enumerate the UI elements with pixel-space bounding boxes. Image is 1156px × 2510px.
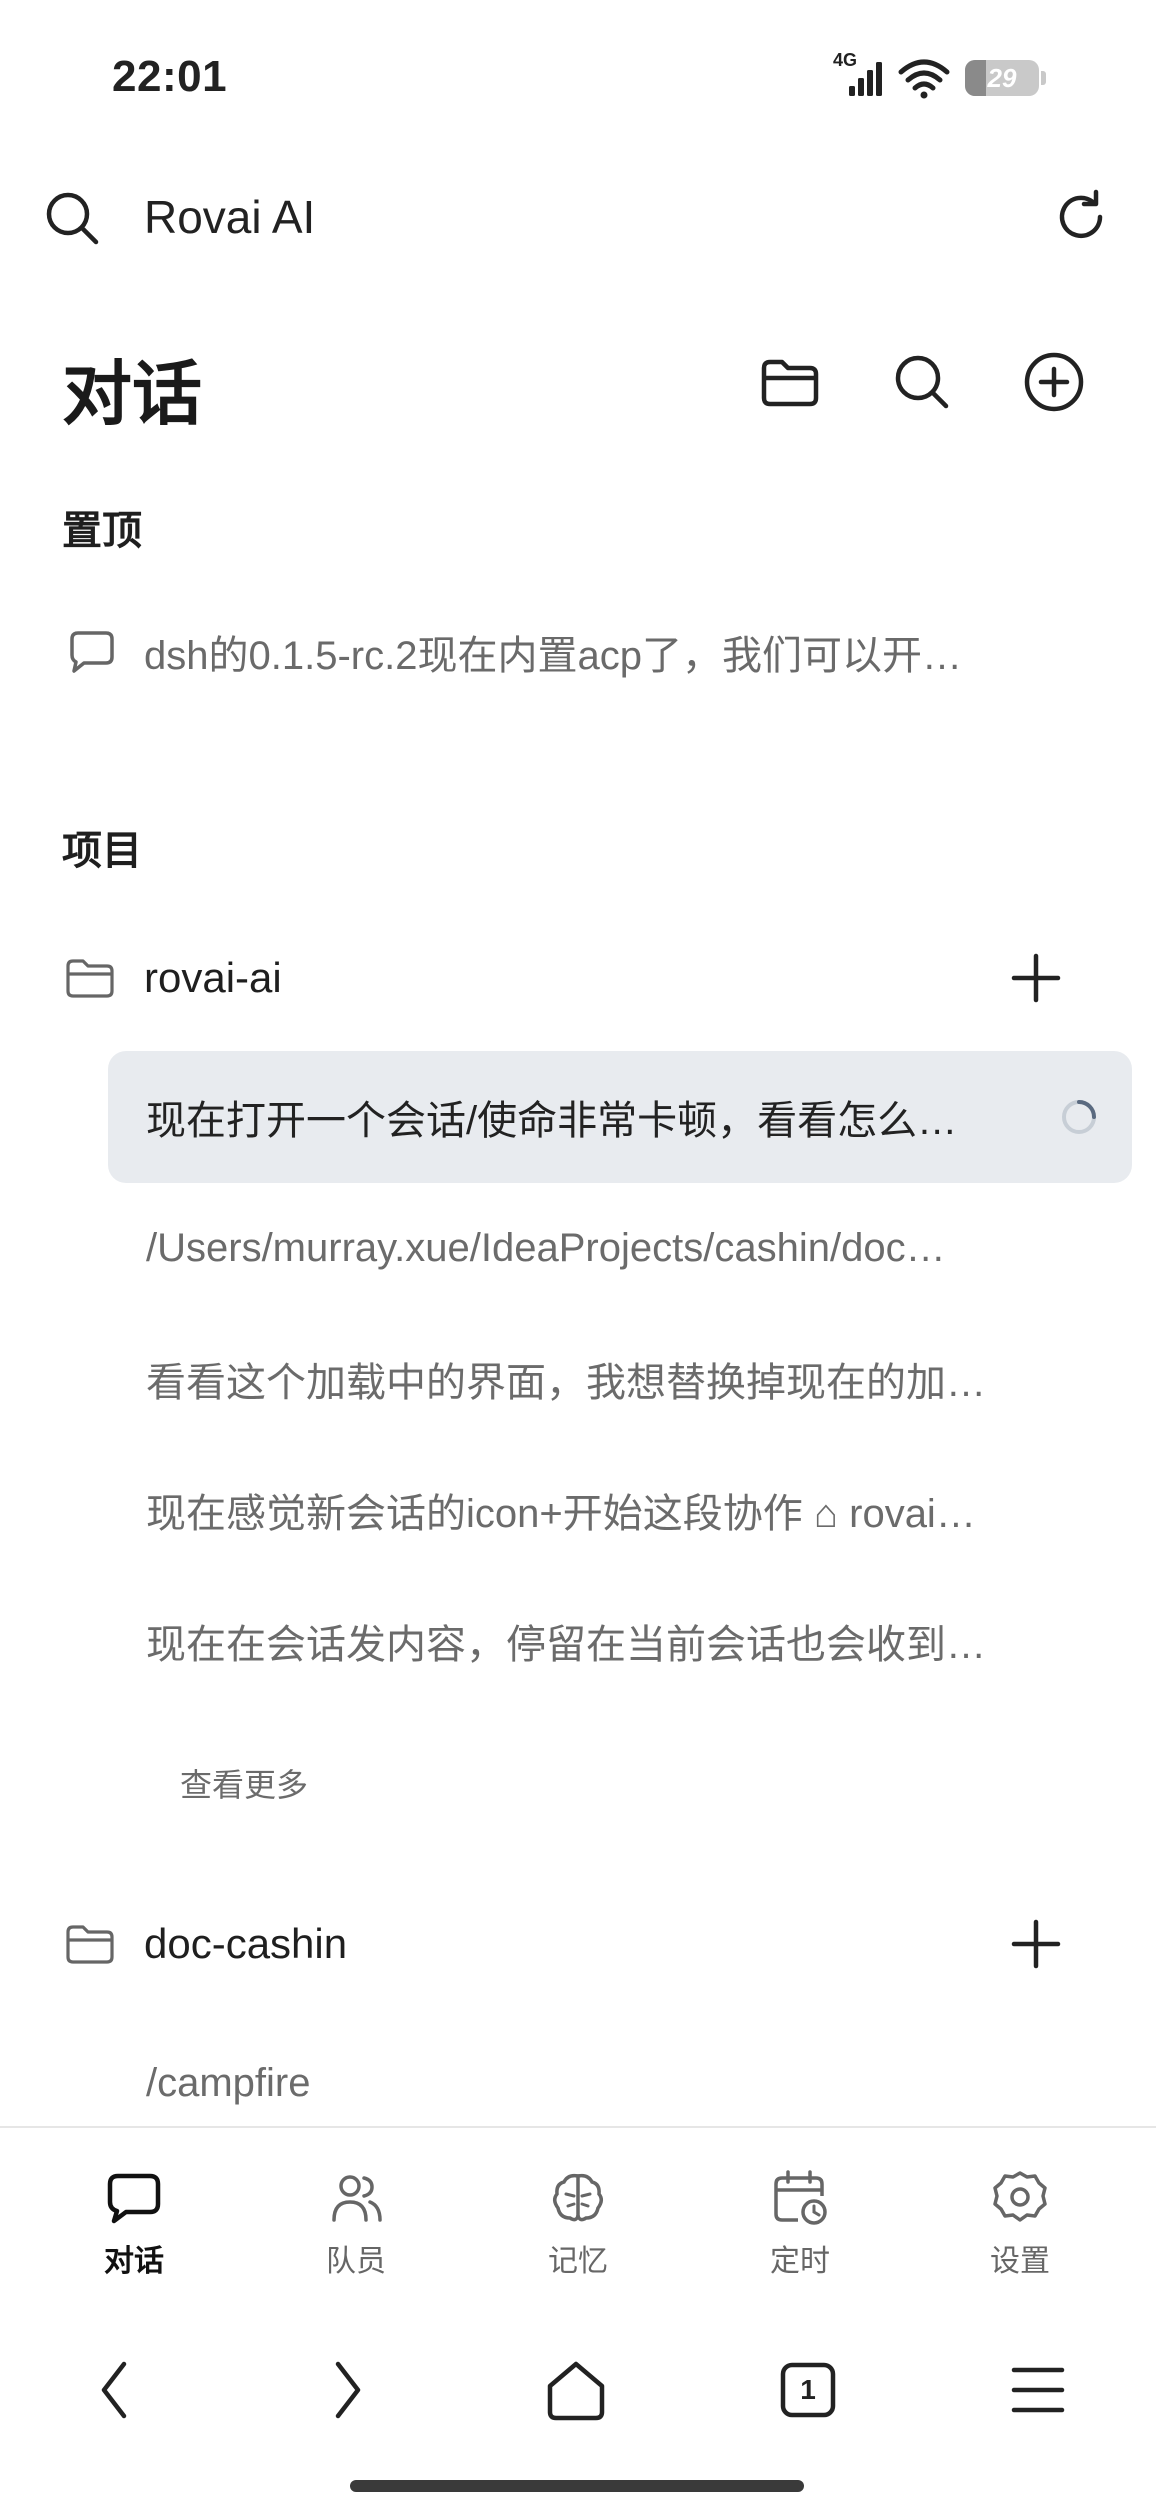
calendar-clock-icon: [774, 2170, 827, 2225]
conversation-title: 现在打开一个会话/使命非常卡顿，看看怎么…: [146, 1099, 958, 1143]
loading-spinner-icon: [1062, 1100, 1096, 1134]
conversation-title: /campfire: [146, 2060, 311, 2105]
tab-schedule[interactable]: 定时: [720, 2168, 880, 2288]
menu-icon[interactable]: [1002, 2354, 1074, 2426]
team-icon: [332, 2175, 382, 2222]
conversation-title: 看看这个加载中的界面，我想替换掉现在的加…: [146, 1361, 986, 1405]
folder-icon: [66, 959, 114, 998]
tab-conversations[interactable]: 对话: [54, 2168, 214, 2288]
tab-settings[interactable]: 设置: [940, 2168, 1100, 2288]
chat-icon: [107, 2173, 161, 2224]
conversation-title: dsh的0.1.5-rc.2现在内置acp了，我们可以开…: [144, 634, 962, 678]
forward-icon[interactable]: [310, 2354, 382, 2426]
conversation-item[interactable]: 看看这个加载中的界面，我想替换掉现在的加…: [108, 1315, 1132, 1443]
tab-label: 设置: [990, 2245, 1050, 2278]
browser-address-bar[interactable]: Rovai AI: [0, 170, 1156, 266]
search-icon[interactable]: [42, 188, 102, 248]
brain-icon: [553, 2173, 603, 2222]
status-icons: 4G 29: [833, 50, 1046, 100]
gear-icon: [993, 2171, 1047, 2222]
chat-bubble-icon: [70, 631, 114, 673]
tab-label: 定时: [770, 2245, 830, 2278]
conversation-title: 现在在会话发内容，停留在当前会话也会收到…: [146, 1623, 986, 1667]
wifi-icon: [898, 59, 950, 99]
status-time: 22:01: [112, 52, 228, 101]
browser-nav-bar: 1: [0, 2310, 1156, 2510]
home-icon[interactable]: [540, 2354, 612, 2426]
conversation-title: /Users/murray.xue/IdeaProjects/cashin/do…: [146, 1225, 946, 1270]
project-name: doc-cashin: [144, 1920, 348, 1967]
search-icon[interactable]: [888, 348, 956, 416]
page-title: 对话: [62, 355, 202, 433]
project-doc-cashin[interactable]: doc-cashin: [64, 1904, 1064, 1984]
pinned-section-label: 置顶: [62, 509, 142, 553]
reload-icon[interactable]: [1050, 186, 1112, 248]
address-text[interactable]: Rovai AI: [144, 190, 315, 244]
signal-icon: 4G: [833, 50, 883, 100]
add-conversation-icon[interactable]: [1008, 1916, 1064, 1972]
tab-label: 队员: [326, 2245, 386, 2278]
tab-team[interactable]: 队员: [276, 2168, 436, 2288]
folder-icon: [66, 1925, 114, 1964]
tab-count: 1: [800, 2374, 816, 2405]
folder-icon[interactable]: [756, 348, 824, 416]
project-name: rovai-ai: [144, 954, 282, 1001]
network-type: 4G: [833, 50, 858, 70]
bottom-tab-bar: 对话 队员 记忆 定时 设置: [0, 2126, 1156, 2310]
conversation-item[interactable]: 现在感觉新会话的icon+开始这段协作 ⌂ rovai…: [108, 1446, 1132, 1574]
battery-level: 29: [987, 62, 1017, 93]
project-rovai-ai[interactable]: rovai-ai: [64, 938, 1064, 1018]
conversation-title: 现在感觉新会话的icon+开始这段协作 ⌂ rovai…: [146, 1492, 976, 1536]
tab-label: 对话: [104, 2245, 164, 2278]
add-conversation-icon[interactable]: [1008, 950, 1064, 1006]
tab-memory[interactable]: 记忆: [498, 2168, 658, 2288]
show-more-link[interactable]: 查看更多: [180, 1760, 308, 1806]
back-icon[interactable]: [80, 2354, 152, 2426]
conversation-item[interactable]: /Users/murray.xue/IdeaProjects/cashin/do…: [108, 1184, 1132, 1312]
tabs-icon[interactable]: 1: [772, 2354, 844, 2426]
conversation-item[interactable]: 现在在会话发内容，停留在当前会话也会收到…: [108, 1577, 1132, 1705]
pinned-conversation[interactable]: dsh的0.1.5-rc.2现在内置acp了，我们可以开…: [64, 612, 1104, 692]
home-indicator[interactable]: [350, 2480, 804, 2492]
battery-icon: 29: [965, 60, 1039, 96]
tab-label: 记忆: [548, 2245, 608, 2278]
conversation-item-active[interactable]: 现在打开一个会话/使命非常卡顿，看看怎么…: [108, 1051, 1132, 1183]
add-circle-icon[interactable]: [1020, 348, 1088, 416]
projects-section-label: 项目: [62, 829, 142, 873]
